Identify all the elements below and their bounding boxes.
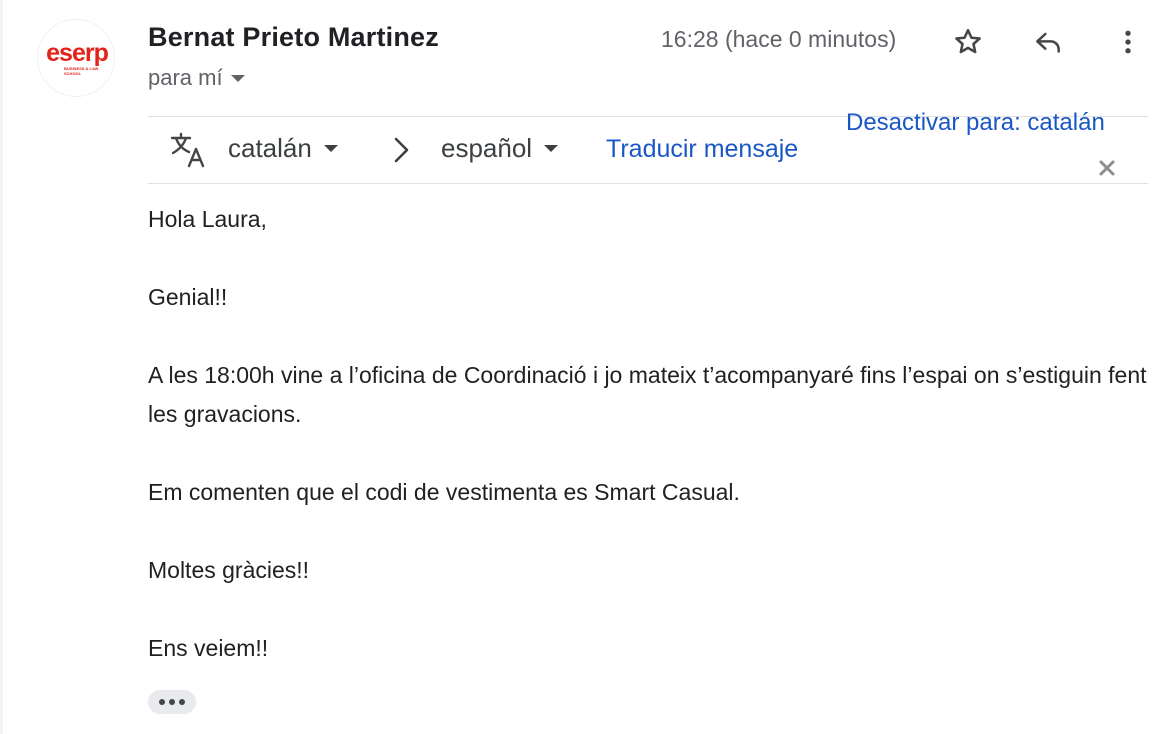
message-line: Genial!!: [148, 284, 228, 310]
chevron-right-icon: [394, 137, 409, 163]
translate-icon: [170, 132, 205, 168]
star-button[interactable]: [948, 22, 988, 62]
ellipsis-dot: [169, 699, 175, 705]
avatar-logo-subtitle: BUSINESS & LAW SCHOOL: [64, 66, 99, 76]
target-language-select[interactable]: español: [441, 133, 559, 164]
translation-bar: catalán español Traducir mensaje Desacti…: [148, 109, 1148, 184]
recipient-label: para mí: [148, 65, 223, 90]
source-language-select[interactable]: catalán: [228, 133, 338, 164]
ellipsis-dot: [159, 699, 165, 705]
message-signoff: Ens veiem!!: [148, 635, 269, 661]
message-line: A les 18:00h vine a l’oficina de Coordin…: [148, 362, 1147, 427]
chevron-down-icon: [544, 145, 559, 152]
chevron-down-icon: [323, 145, 338, 152]
close-icon[interactable]: [1098, 159, 1116, 177]
more-vert-icon: [1125, 30, 1131, 54]
reply-icon: [1036, 32, 1060, 53]
avatar-logo: eserp: [46, 39, 109, 67]
translate-message-link[interactable]: Traducir mensaje: [606, 135, 798, 164]
star-outline-icon: [955, 29, 981, 54]
source-language-label: catalán: [228, 133, 312, 163]
message-line: Em comenten que el codi de vestimenta es…: [148, 479, 740, 505]
ellipsis-dot: [179, 699, 185, 705]
show-trimmed-content-button[interactable]: [148, 690, 196, 714]
left-edge-divider: [0, 0, 3, 734]
reply-button[interactable]: [1028, 22, 1068, 62]
message-line: Moltes gràcies!!: [148, 557, 310, 583]
more-options-button[interactable]: [1108, 22, 1148, 62]
avatar[interactable]: eserp BUSINESS & LAW SCHOOL: [37, 19, 115, 97]
recipient-dropdown[interactable]: para mí: [148, 65, 245, 91]
chevron-down-icon: [230, 74, 245, 82]
timestamp: 16:28 (hace 0 minutos): [661, 26, 897, 52]
target-language-label: español: [441, 133, 533, 163]
message-greeting: Hola Laura,: [148, 206, 267, 232]
disable-translation-link[interactable]: Desactivar para: catalán: [846, 109, 1105, 137]
message-body: Hola Laura, Genial!! A les 18:00h vine a…: [148, 200, 1148, 707]
sender-name[interactable]: Bernat Prieto Martinez: [148, 22, 439, 53]
